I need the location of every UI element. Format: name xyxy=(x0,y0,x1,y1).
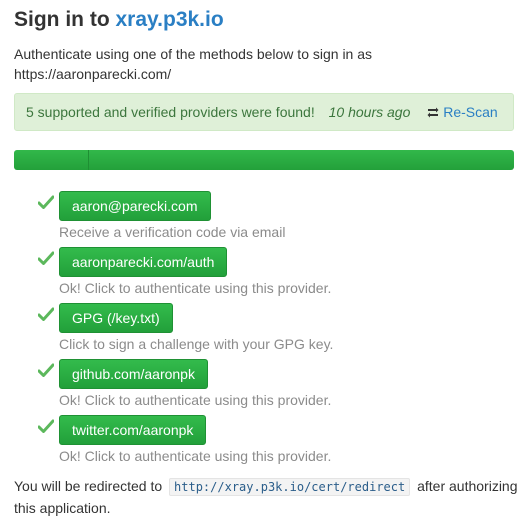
provider-description: Ok! Click to authenticate using this pro… xyxy=(59,280,332,296)
provider-progress-bar xyxy=(14,150,514,170)
refresh-icon xyxy=(427,107,439,118)
provider-item: GPG (/key.txt) Click to sign a challenge… xyxy=(38,303,518,359)
provider-button-indieauth[interactable]: aaronparecki.com/auth xyxy=(59,247,228,277)
site-link[interactable]: xray.p3k.io xyxy=(116,8,224,31)
provider-description: Receive a verification code via email xyxy=(59,224,286,240)
check-icon xyxy=(38,307,54,321)
intro-text: Authenticate using one of the methods be… xyxy=(14,44,514,84)
intro-line-1: Authenticate using one of the methods be… xyxy=(14,46,373,62)
providers-found-alert: 5 supported and verified providers were … xyxy=(14,93,514,131)
redirect-text-line-2: this application. xyxy=(14,500,111,516)
check-icon xyxy=(38,363,54,377)
page-title: Sign in to xray.p3k.io xyxy=(14,8,224,32)
alert-message: 5 supported and verified providers were … xyxy=(26,104,315,120)
provider-description: Ok! Click to authenticate using this pro… xyxy=(59,392,332,408)
rescan-label: Re-Scan xyxy=(443,104,498,120)
progress-segment-1 xyxy=(14,150,89,170)
provider-button-github[interactable]: github.com/aaronpk xyxy=(59,359,208,389)
progress-segment-2 xyxy=(89,150,514,170)
provider-item: twitter.com/aaronpk Ok! Click to authent… xyxy=(38,415,518,471)
title-prefix: Sign in to xyxy=(14,8,110,31)
profile-url: https://aaronparecki.com/ xyxy=(14,66,172,82)
provider-list: aaron@parecki.com Receive a verification… xyxy=(38,191,518,471)
provider-item: aaronparecki.com/auth Ok! Click to authe… xyxy=(38,247,518,303)
provider-description: Ok! Click to authenticate using this pro… xyxy=(59,448,332,464)
redirect-text-after: after authorizing xyxy=(417,478,518,494)
provider-item: github.com/aaronpk Ok! Click to authenti… xyxy=(38,359,518,415)
check-icon xyxy=(38,251,54,265)
provider-item: aaron@parecki.com Receive a verification… xyxy=(38,191,518,247)
provider-button-twitter[interactable]: twitter.com/aaronpk xyxy=(59,415,207,445)
provider-description: Click to sign a challenge with your GPG … xyxy=(59,336,334,352)
redirect-notice: You will be redirected to http://xray.p3… xyxy=(14,476,524,519)
check-icon xyxy=(38,419,54,433)
redirect-url: http://xray.p3k.io/cert/redirect xyxy=(169,478,411,496)
provider-button-gpg[interactable]: GPG (/key.txt) xyxy=(59,303,173,333)
alert-timestamp: 10 hours ago xyxy=(328,104,411,120)
rescan-link[interactable]: Re-Scan xyxy=(426,104,498,120)
redirect-text-before: You will be redirected to xyxy=(14,478,163,494)
check-icon xyxy=(38,195,54,209)
provider-button-email[interactable]: aaron@parecki.com xyxy=(59,191,211,221)
